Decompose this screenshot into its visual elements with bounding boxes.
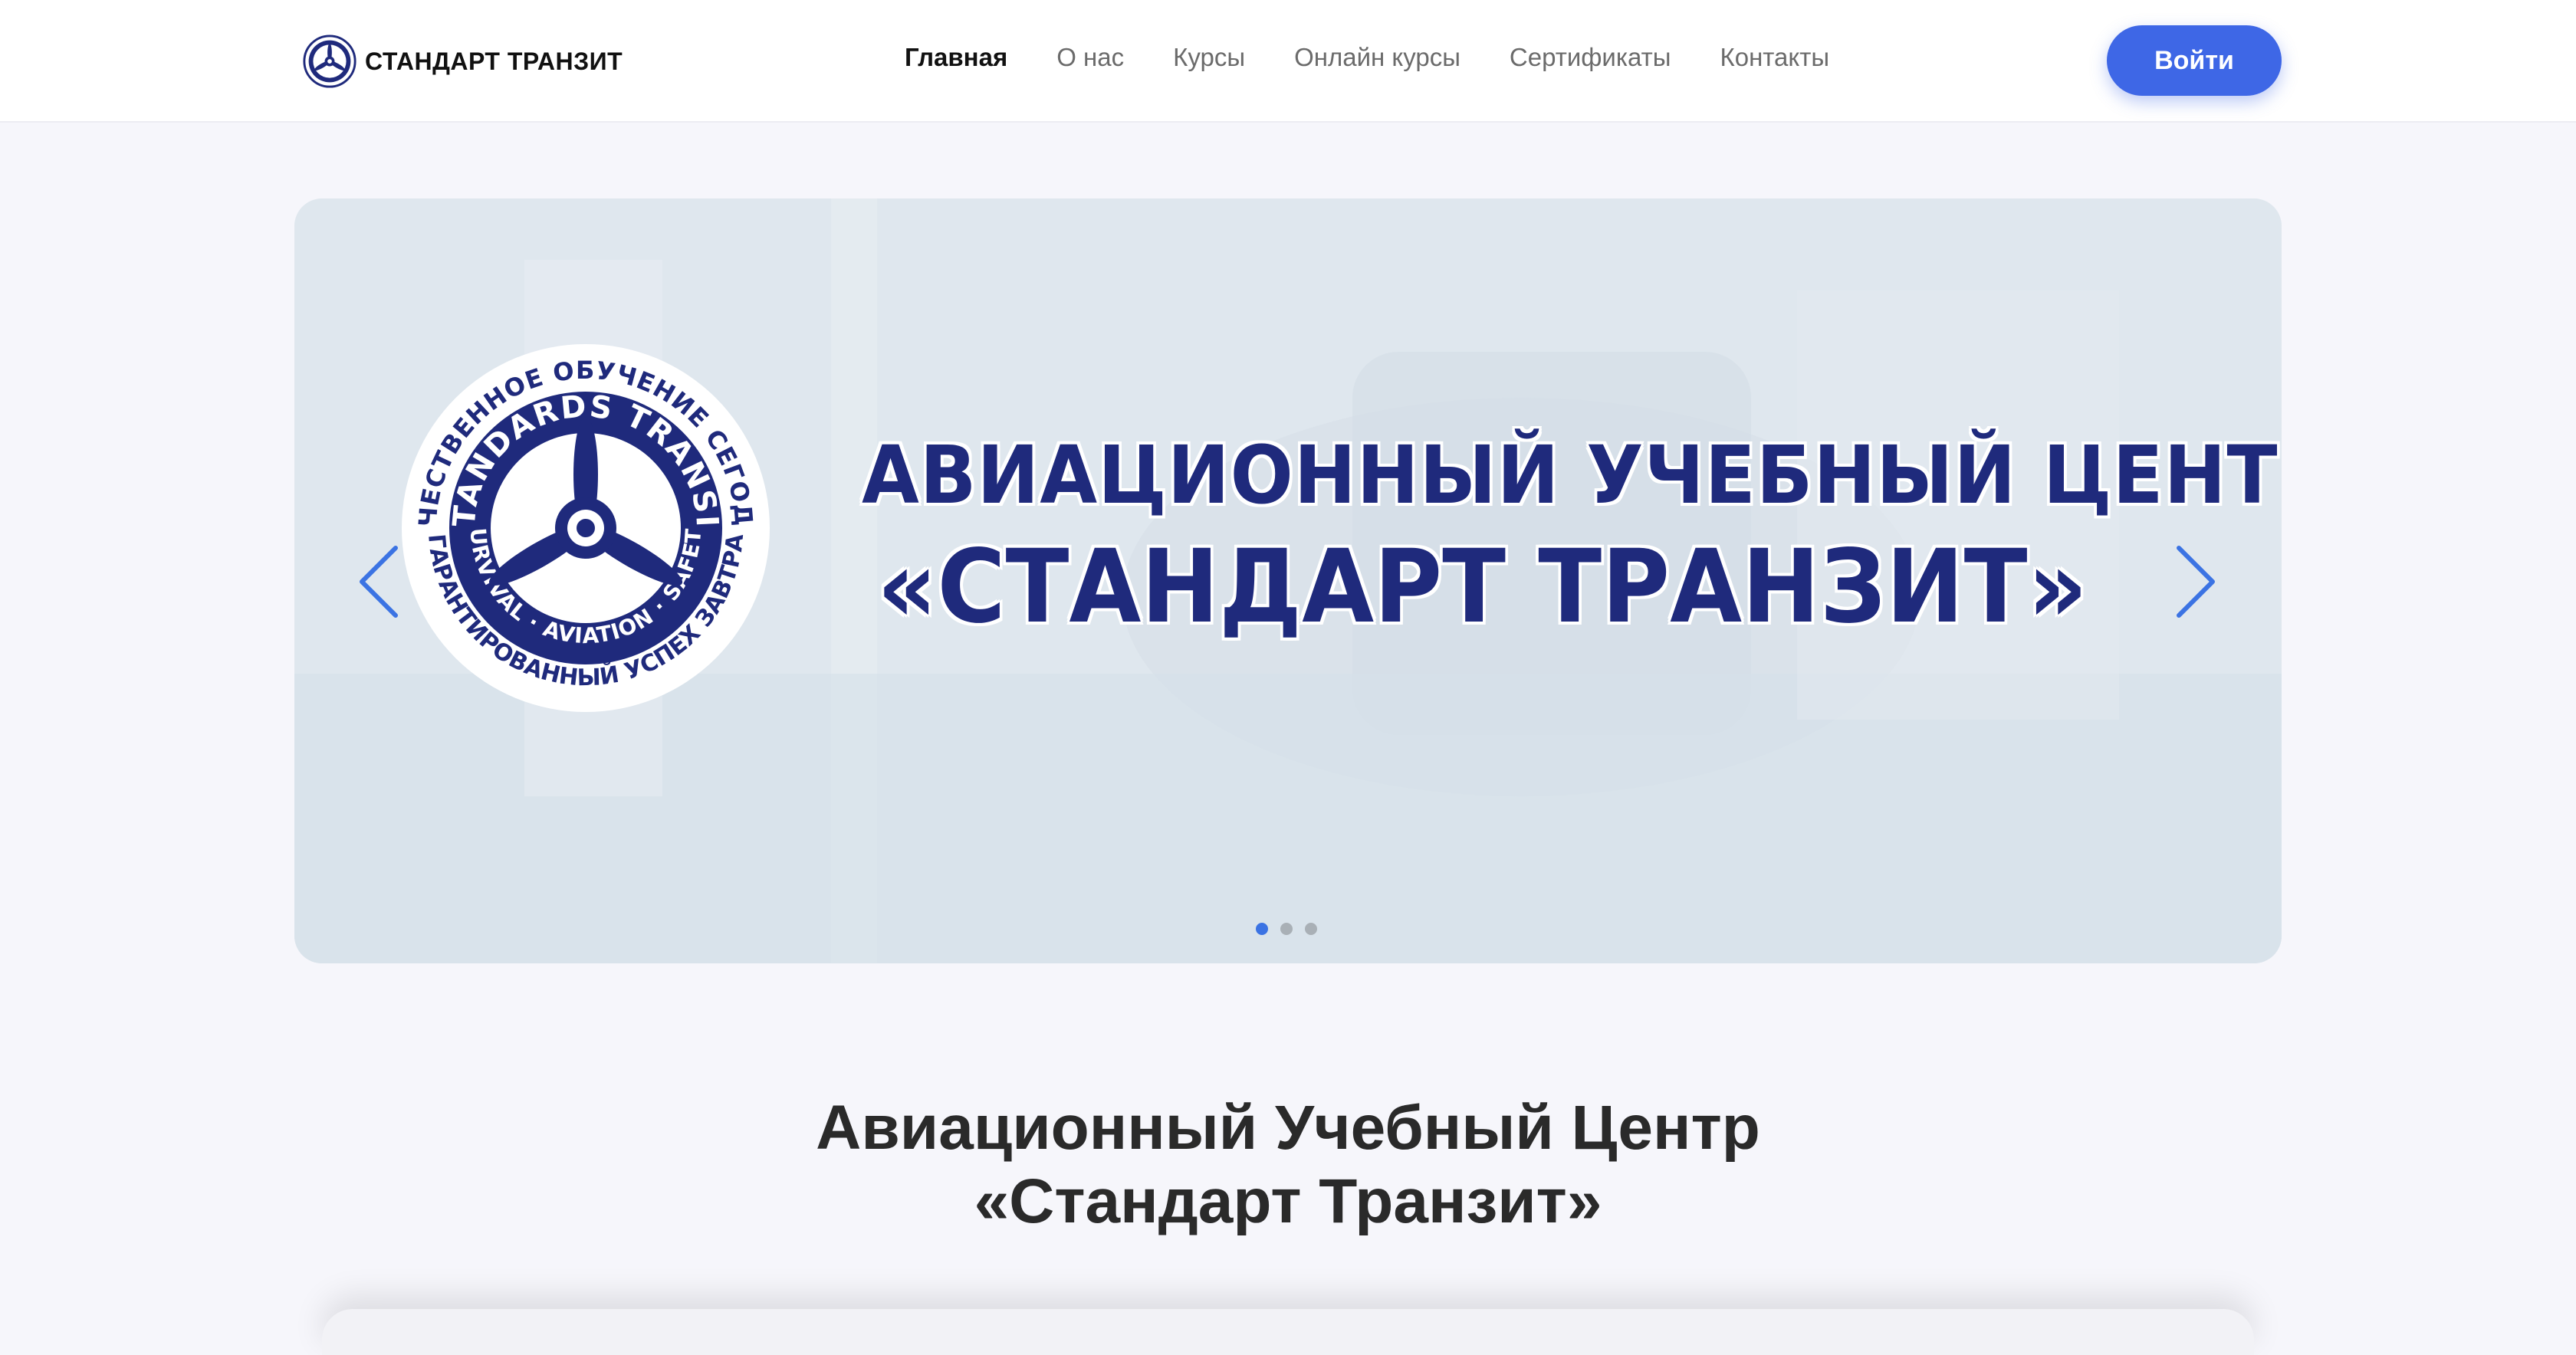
brand-name: СТАНДАРТ ТРАНЗИТ: [365, 47, 623, 75]
hero-slider: КАЧЕСТВЕННОЕ ОБУЧЕНИЕ СЕГОДНЯ ГАРАНТИРОВ…: [294, 198, 2282, 963]
slide-headline-line2: «СТАНДАРТ ТРАНЗИТ»: [877, 528, 2088, 646]
chevron-right-icon[interactable]: [2173, 543, 2219, 620]
login-button[interactable]: Войти: [2107, 25, 2282, 96]
standards-transit-emblem: КАЧЕСТВЕННОЕ ОБУЧЕНИЕ СЕГОДНЯ ГАРАНТИРОВ…: [394, 336, 770, 712]
nav-item-courses[interactable]: Курсы: [1173, 43, 1245, 72]
nav-item-contacts[interactable]: Контакты: [1720, 43, 1830, 72]
section-title: Авиационный Учебный Центр «Стандарт Тран…: [0, 1091, 2576, 1239]
content-card: [322, 1309, 2254, 1355]
nav-item-home[interactable]: Главная: [905, 43, 1007, 72]
slider-dot-3[interactable]: [1305, 923, 1317, 935]
brand[interactable]: СТАНДАРТ ТРАНЗИТ: [302, 32, 623, 90]
nav-item-about[interactable]: О нас: [1056, 43, 1124, 72]
slider-pagination: [1256, 923, 1317, 935]
section-title-line2: «Стандарт Транзит»: [974, 1166, 1602, 1236]
slider-dot-2[interactable]: [1280, 923, 1293, 935]
nav-item-online-courses[interactable]: Онлайн курсы: [1294, 43, 1460, 72]
site-header: СТАНДАРТ ТРАНЗИТ Главная О нас Курсы Онл…: [0, 0, 2576, 123]
slider-dot-1[interactable]: [1256, 923, 1268, 935]
slide-headline: АВИАЦИОННЫЙ УЧЕБНЫЙ ЦЕНТР «СТАНДАРТ ТРАН…: [862, 428, 2282, 646]
chevron-left-icon[interactable]: [356, 543, 402, 620]
propeller-emblem-icon: [303, 34, 356, 88]
slide-headline-line1: АВИАЦИОННЫЙ УЧЕБНЫЙ ЦЕНТР: [862, 428, 2282, 522]
nav-item-certificates[interactable]: Сертификаты: [1510, 43, 1671, 72]
section-title-line1: Авиационный Учебный Центр: [816, 1093, 1760, 1163]
main-nav: Главная О нас Курсы Онлайн курсы Сертифи…: [905, 43, 1829, 72]
